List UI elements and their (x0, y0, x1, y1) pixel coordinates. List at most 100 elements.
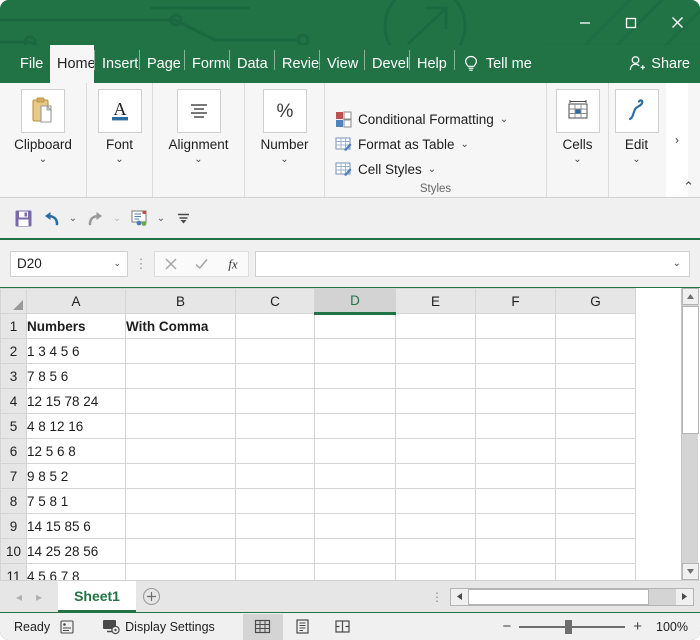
scroll-up-button[interactable] (682, 288, 699, 305)
chevron-down-icon[interactable]: ⌄ (113, 258, 121, 269)
cell-e1[interactable] (395, 313, 476, 339)
prev-sheet-button[interactable]: ◂ (16, 590, 22, 604)
editing-icon[interactable] (614, 89, 659, 133)
cell-d10[interactable] (314, 538, 396, 564)
row-header-3[interactable]: 3 (0, 363, 27, 389)
display-settings-button[interactable]: Display Settings (102, 618, 215, 635)
chevron-down-icon[interactable]: ⌄ (39, 153, 47, 166)
cell-e4[interactable] (395, 388, 476, 414)
cell-g10[interactable] (555, 538, 636, 564)
cell-c3[interactable] (235, 363, 315, 389)
cell-a3[interactable]: 7 8 5 6 (26, 363, 126, 389)
row-header-8[interactable]: 8 (0, 488, 27, 514)
cell-a2[interactable]: 1 3 4 5 6 (26, 338, 126, 364)
column-header-e[interactable]: E (395, 288, 476, 314)
row-header-2[interactable]: 2 (0, 338, 27, 364)
font-a-icon[interactable]: A (97, 89, 142, 133)
cell-a7[interactable]: 9 8 5 2 (26, 463, 126, 489)
cell-g9[interactable] (555, 513, 636, 539)
insert-function-button[interactable]: fx (217, 252, 248, 276)
next-sheet-button[interactable]: ▸ (36, 590, 42, 604)
save-button[interactable] (10, 205, 36, 231)
email-recipients-button[interactable] (126, 205, 152, 231)
percent-icon[interactable]: % (262, 89, 307, 133)
cell-c1[interactable] (235, 313, 315, 339)
cell-b1[interactable]: With Comma (125, 313, 236, 339)
ribbon-group-editing[interactable]: Edit ⌄ (609, 83, 664, 197)
formula-input[interactable]: ⌄ (255, 250, 690, 277)
column-header-c[interactable]: C (235, 288, 315, 314)
cell-d1[interactable] (314, 313, 396, 339)
row-header-6[interactable]: 6 (0, 438, 27, 464)
cell-b10[interactable] (125, 538, 236, 564)
conditional-formatting-button[interactable]: Conditional Formatting ⌄ (335, 108, 538, 130)
cell-b9[interactable] (125, 513, 236, 539)
select-all-button[interactable] (0, 288, 27, 314)
cell-b5[interactable] (125, 413, 236, 439)
chevron-down-icon[interactable]: ⌄ (461, 139, 469, 150)
horizontal-scroll-track[interactable] (468, 588, 676, 605)
tab-file[interactable]: File (0, 45, 50, 83)
cell-d8[interactable] (314, 488, 396, 514)
horizontal-scroll-thumb[interactable] (468, 588, 649, 605)
cell-g4[interactable] (555, 388, 636, 414)
add-sheet-button[interactable] (136, 581, 168, 613)
zoom-slider[interactable] (519, 617, 626, 637)
chevron-down-icon[interactable]: ⌄ (428, 164, 436, 175)
cell-f8[interactable] (475, 488, 556, 514)
share-button[interactable]: Share (628, 45, 690, 83)
cell-c2[interactable] (235, 338, 315, 364)
cancel-entry-button[interactable] (155, 252, 186, 276)
zoom-slider-thumb[interactable] (565, 619, 573, 634)
cell-b8[interactable] (125, 488, 236, 514)
scroll-down-button[interactable] (682, 563, 699, 580)
redo-button[interactable] (82, 205, 108, 231)
vertical-scrollbar[interactable] (681, 288, 699, 580)
chevron-down-icon[interactable]: ⌄ (573, 153, 581, 166)
column-header-a[interactable]: A (26, 288, 126, 314)
collapse-ribbon-button[interactable]: ⌃ (683, 179, 694, 195)
row-header-9[interactable]: 9 (0, 513, 27, 539)
normal-view-button[interactable] (242, 613, 283, 640)
cell-d3[interactable] (314, 363, 396, 389)
cell-e9[interactable] (395, 513, 476, 539)
format-as-table-button[interactable]: Format as Table ⌄ (335, 133, 538, 155)
tab-view[interactable]: View (320, 45, 364, 83)
row-header-4[interactable]: 4 (0, 388, 27, 414)
formula-bar-grip[interactable]: ⋮ (128, 257, 154, 270)
redo-dropdown-button[interactable]: ⌄ (110, 205, 124, 231)
zoom-out-button[interactable]: − (502, 618, 511, 635)
cell-e5[interactable] (395, 413, 476, 439)
cell-c5[interactable] (235, 413, 315, 439)
chevron-down-icon[interactable]: ⌄ (194, 153, 202, 166)
chevron-down-icon[interactable]: ⌄ (632, 153, 640, 166)
tab-insert[interactable]: Insert (95, 45, 139, 83)
cell-d2[interactable] (314, 338, 396, 364)
cell-a1[interactable]: Numbers (26, 313, 126, 339)
column-header-g[interactable]: G (555, 288, 636, 314)
cell-c4[interactable] (235, 388, 315, 414)
cell-a8[interactable]: 7 5 8 1 (26, 488, 126, 514)
cell-e6[interactable] (395, 438, 476, 464)
accessibility-checker-button[interactable] (50, 619, 84, 635)
tab-formulas[interactable]: Formu (185, 45, 229, 83)
cell-c7[interactable] (235, 463, 315, 489)
cell-a5[interactable]: 4 8 12 16 (26, 413, 126, 439)
cell-g3[interactable] (555, 363, 636, 389)
cell-e3[interactable] (395, 363, 476, 389)
row-header-5[interactable]: 5 (0, 413, 27, 439)
sheet-bar-grip[interactable]: ⋮ (424, 591, 450, 603)
undo-dropdown-button[interactable]: ⌄ (66, 205, 80, 231)
cell-g8[interactable] (555, 488, 636, 514)
cell-f2[interactable] (475, 338, 556, 364)
cell-d4[interactable] (314, 388, 396, 414)
cell-e8[interactable] (395, 488, 476, 514)
cell-g2[interactable] (555, 338, 636, 364)
zoom-in-button[interactable]: + (633, 618, 642, 635)
chevron-down-icon[interactable]: ⌄ (115, 153, 123, 166)
ribbon-group-font[interactable]: A Font ⌄ (87, 83, 153, 197)
cell-a10[interactable]: 14 25 28 56 (26, 538, 126, 564)
chevron-down-icon[interactable]: ⌄ (280, 153, 288, 166)
cell-f5[interactable] (475, 413, 556, 439)
cells-icon[interactable] (555, 89, 600, 133)
